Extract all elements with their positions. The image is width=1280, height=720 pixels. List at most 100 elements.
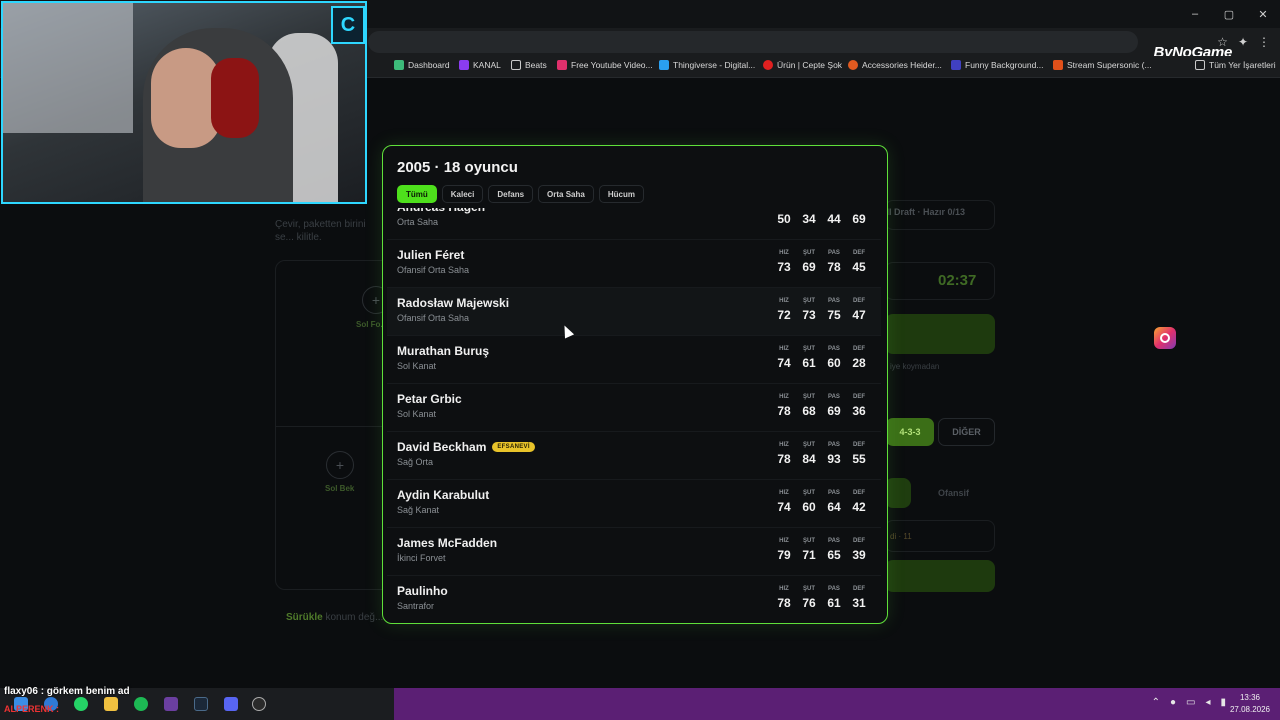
- discord-icon[interactable]: [224, 697, 238, 711]
- clock[interactable]: 13:36 27.08.2026: [1230, 692, 1270, 716]
- stat-value: 42: [852, 500, 866, 514]
- stat-pas: PAS 64: [824, 490, 844, 514]
- bookmark-icon: [763, 60, 773, 70]
- confirm-button[interactable]: [885, 560, 995, 592]
- stat-şut: ŞUT 68: [799, 394, 819, 418]
- drag-hint: Sürükle konum değ...: [286, 612, 384, 623]
- bookmark-dashboard[interactable]: Dashboard: [394, 60, 450, 70]
- webcam-background: [3, 3, 133, 133]
- player-name: Andreas Hagen: [397, 208, 485, 214]
- clock-date: 27.08.2026: [1229, 705, 1270, 714]
- formation-433-button[interactable]: 4-3-3: [886, 418, 934, 446]
- maximize-icon[interactable]: ▢: [1212, 0, 1246, 28]
- formation-other-button[interactable]: DİĞER: [938, 418, 995, 446]
- spotify-icon[interactable]: [134, 697, 148, 711]
- stat-value: 73: [777, 260, 791, 274]
- player-row[interactable]: James McFadden İkinci Forvet HIZ 79 ŞUT 71 PAS…: [387, 528, 881, 576]
- stat-hiz: HIZ 78: [774, 394, 794, 418]
- stat-value: 47: [852, 308, 866, 322]
- stat-label: PAS: [828, 250, 840, 256]
- bookmark-accessories[interactable]: Accessories Heider...: [848, 60, 942, 70]
- stat-value: 36: [852, 404, 866, 418]
- style-selected-button[interactable]: [885, 478, 911, 508]
- bookmark-kanal[interactable]: KANAL: [459, 60, 501, 70]
- webcam-overlay: C: [1, 1, 367, 204]
- player-position: İkinci Forvet: [397, 553, 446, 563]
- minimize-icon[interactable]: –: [1178, 0, 1212, 28]
- player-row[interactable]: Paulinho Santrafor HIZ 78 ŞUT 76 PAS 61 DEF 31: [387, 576, 881, 621]
- battery-icon[interactable]: ▮: [1220, 697, 1226, 708]
- webcam-headphones: [211, 58, 259, 138]
- stat-def: DEF 39: [849, 538, 869, 562]
- tab-goalkeeper[interactable]: Kaleci: [441, 185, 484, 203]
- player-row[interactable]: Radosław Majewski Ofansif Orta Saha HIZ 72 Ş…: [387, 288, 881, 336]
- player-row[interactable]: David Beckham EFSANEVİ Sağ Orta HIZ 78 ŞUT 84 P…: [387, 432, 881, 480]
- style-offensive-label[interactable]: Ofansif: [938, 488, 969, 498]
- extensions-icon[interactable]: ✦: [1238, 35, 1248, 49]
- stat-hiz: HIZ 74: [774, 490, 794, 514]
- stat-value: 78: [777, 452, 791, 466]
- stat-label: ŞUT: [803, 442, 815, 448]
- player-position: Orta Saha: [397, 217, 439, 227]
- chat-message-2: ALPERENK :: [4, 704, 60, 714]
- player-list[interactable]: Andreas Hagen Orta Saha HIZ 50 ŞUT 34 PAS 44 DEF…: [387, 208, 881, 621]
- volume-icon[interactable]: ◂: [1205, 697, 1210, 708]
- bookmark-icon: [1053, 60, 1063, 70]
- microphone-icon[interactable]: ●: [1170, 697, 1176, 708]
- stat-label: PAS: [828, 538, 840, 544]
- tab-all[interactable]: Tümü: [397, 185, 437, 203]
- stat-value: 60: [827, 356, 841, 370]
- stat-label: ŞUT: [803, 298, 815, 304]
- stat-value: 61: [827, 596, 841, 610]
- player-stats: HIZ 50 ŞUT 34 PAS 44 DEF 69: [774, 208, 869, 226]
- bookmark-cepte-sok[interactable]: Ürün | Cepte Şok: [763, 60, 842, 70]
- player-stats: HIZ 74 ŞUT 60 PAS 64 DEF 42: [774, 490, 869, 514]
- tab-defense[interactable]: Defans: [488, 185, 534, 203]
- stat-value: 74: [777, 356, 791, 370]
- bookmark-youtube[interactable]: Free Youtube Video...: [557, 60, 653, 70]
- stat-pas: PAS 65: [824, 538, 844, 562]
- player-stats: HIZ 74 ŞUT 61 PAS 60 DEF 28: [774, 346, 869, 370]
- close-icon[interactable]: ✕: [1246, 0, 1280, 28]
- stat-şut: ŞUT 61: [799, 346, 819, 370]
- slot-label: Sol Bek: [325, 484, 355, 493]
- stat-şut: ŞUT 34: [799, 208, 819, 226]
- stat-value: 65: [827, 548, 841, 562]
- draft-status: ıll Draft · Hazır 0/13: [884, 207, 966, 217]
- stat-value: 39: [852, 548, 866, 562]
- bookmark-icon: [557, 60, 567, 70]
- player-name: Julien Féret: [397, 248, 464, 262]
- player-row[interactable]: Julien Féret Ofansif Orta Saha HIZ 73 ŞUT 69 P…: [387, 240, 881, 288]
- bookmark-all[interactable]: Tüm Yer İşaretleri: [1195, 60, 1276, 70]
- player-row[interactable]: Andreas Hagen Orta Saha HIZ 50 ŞUT 34 PAS 44 DEF…: [387, 208, 881, 240]
- url-input[interactable]: [368, 31, 1138, 53]
- whatsapp-icon[interactable]: [74, 697, 88, 711]
- obs-icon[interactable]: [164, 697, 178, 711]
- stat-value: 69: [852, 212, 866, 226]
- stat-label: DEF: [853, 490, 865, 496]
- bookmark-funny-background[interactable]: Funny Background...: [951, 60, 1043, 70]
- tab-attack[interactable]: Hücum: [598, 185, 644, 203]
- network-icon[interactable]: ▭: [1186, 697, 1195, 708]
- add-slot-icon[interactable]: +: [326, 451, 354, 479]
- player-row[interactable]: Aydin Karabulut Sağ Kanat HIZ 74 ŞUT 60 PAS 64 D…: [387, 480, 881, 528]
- tab-midfield[interactable]: Orta Saha: [538, 185, 594, 203]
- stat-value: 79: [777, 548, 791, 562]
- folder-icon[interactable]: [104, 697, 118, 711]
- bookmark-thingiverse[interactable]: Thingiverse - Digital...: [659, 60, 755, 70]
- spin-button[interactable]: [885, 314, 995, 354]
- steam-icon[interactable]: [194, 697, 208, 711]
- stat-value: 78: [777, 596, 791, 610]
- menu-icon[interactable]: ⋮: [1258, 35, 1270, 49]
- stat-pas: PAS 44: [824, 208, 844, 226]
- bookmark-beats[interactable]: Beats: [511, 60, 547, 70]
- player-row[interactable]: Petar Grbic Sol Kanat HIZ 78 ŞUT 68 PAS 69 DEF 36: [387, 384, 881, 432]
- player-name: Aydin Karabulut: [397, 488, 489, 502]
- player-row[interactable]: Murathan Buruş Sol Kanat HIZ 74 ŞUT 61 PAS 60 DE…: [387, 336, 881, 384]
- player-name-text: Paulinho: [397, 584, 448, 598]
- app-icon[interactable]: [252, 697, 266, 711]
- chevron-up-icon[interactable]: ⌃: [1152, 697, 1160, 708]
- player-name-text: Murathan Buruş: [397, 344, 490, 358]
- bookmark-stream-supersonic[interactable]: Stream Supersonic (...: [1053, 60, 1152, 70]
- instagram-icon[interactable]: [1154, 327, 1176, 349]
